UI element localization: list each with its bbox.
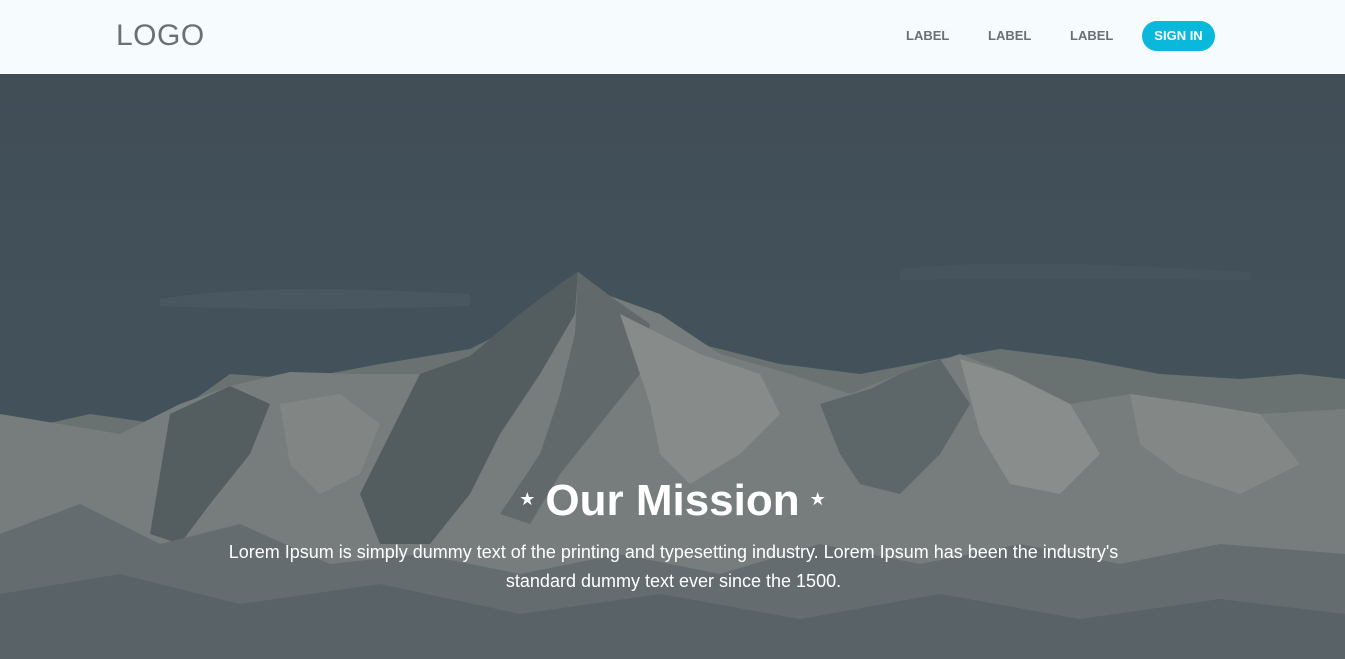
- nav-link-1[interactable]: LABEL: [906, 28, 949, 44]
- nav-link-3[interactable]: LABEL: [1070, 28, 1113, 44]
- hero-section: ★ Our Mission ★ Lorem Ipsum is simply dumm…: [0, 74, 1345, 659]
- sign-in-button[interactable]: SIGN IN: [1142, 21, 1215, 51]
- nav-link-2[interactable]: LABEL: [988, 28, 1031, 44]
- top-navbar: LOGO LABEL LABEL LABEL SIGN IN: [0, 0, 1345, 74]
- logo[interactable]: LOGO: [116, 18, 205, 54]
- hero-description: Lorem Ipsum is simply dummy text of the …: [228, 542, 1119, 591]
- hero-heading: ★ Our Mission ★: [0, 474, 1345, 528]
- star-icon: ★: [519, 488, 536, 509]
- star-icon: ★: [809, 488, 826, 509]
- hero-title: Our Mission: [545, 476, 800, 525]
